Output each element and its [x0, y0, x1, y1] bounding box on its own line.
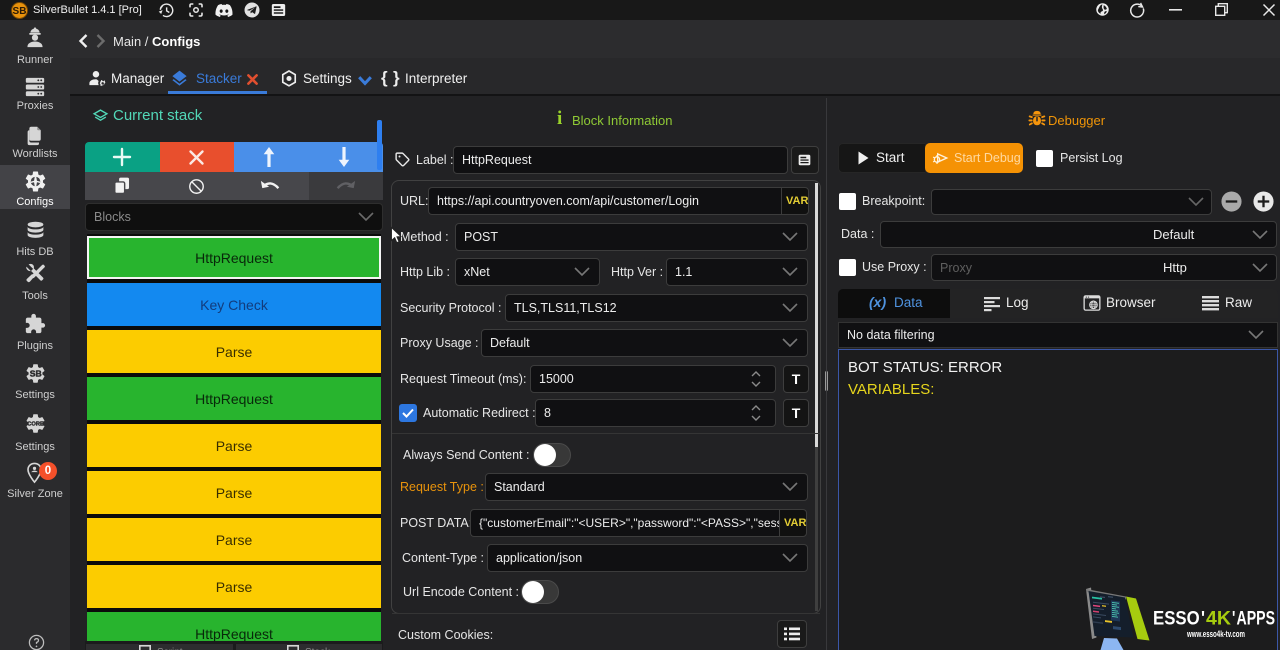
svg-text:CORE: CORE: [27, 422, 44, 428]
svg-text:ESSO ': ESSO ': [1153, 608, 1205, 630]
svg-text:SB: SB: [30, 369, 42, 379]
svg-text:' APPS: ' APPS: [1232, 608, 1275, 630]
svg-text:www.esso4k-tv.com: www.esso4k-tv.com: [1186, 629, 1245, 640]
svg-text:4K: 4K: [1206, 608, 1231, 630]
svg-text:SB: SB: [13, 6, 27, 17]
